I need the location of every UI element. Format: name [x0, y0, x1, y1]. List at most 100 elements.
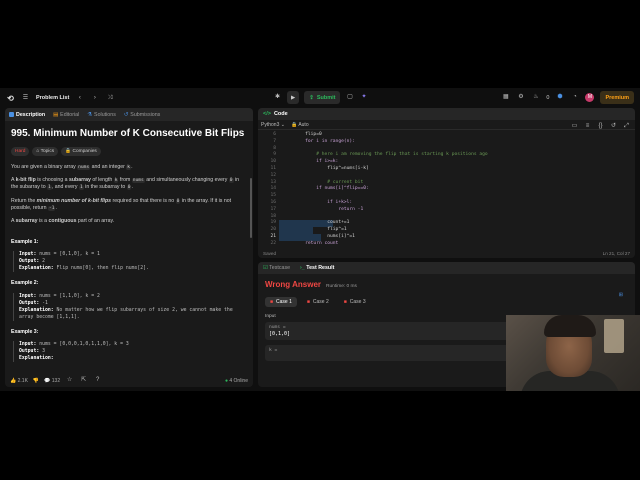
- line-number: 22: [270, 240, 276, 246]
- tab-editorial[interactable]: ▤ Editorial: [53, 112, 79, 118]
- prev-problem-icon[interactable]: ‹: [75, 94, 84, 103]
- settings-icon[interactable]: ⚙: [516, 93, 525, 102]
- online-dot-icon: ●: [224, 377, 228, 384]
- leetcode-logo-icon[interactable]: ⟲: [6, 94, 15, 103]
- tab-testcase[interactable]: ☑ Testcase: [263, 265, 290, 271]
- premium-button[interactable]: Premium: [600, 91, 634, 104]
- code-line: return count: [283, 240, 339, 246]
- case-tabs: ■ Case 1 ■ Case 2 ■ Case 3: [258, 289, 635, 307]
- companies-tag[interactable]: 🔒 Companies: [61, 147, 101, 156]
- comments-button[interactable]: 💬 132: [44, 378, 60, 384]
- line-number: 21: [270, 234, 276, 239]
- fail-icon: ■: [270, 299, 274, 305]
- debug-icon[interactable]: ✱: [273, 93, 282, 102]
- fire-icon[interactable]: ♨: [531, 93, 540, 102]
- verdict-text: Wrong Answer: [265, 280, 322, 289]
- code-footer: Saved Ln 21, Col 27: [258, 248, 635, 258]
- case-tab-3[interactable]: ■ Case 3: [339, 297, 371, 307]
- topics-tag[interactable]: ⌂ Topics: [32, 147, 59, 156]
- code-panel: </> Code Python3 ⌄ 🔒 Auto ▭ ≡ {} ↺ ⤢ 6 f…: [258, 108, 635, 258]
- case-tab-1[interactable]: ■ Case 1: [265, 297, 297, 307]
- desc-paragraph-2: A k-bit flip is choosing a subarray of l…: [11, 177, 239, 191]
- topics-label: Topics: [40, 149, 55, 154]
- code-line: if i+k>l:: [283, 200, 353, 205]
- comment-count: 132: [51, 377, 61, 384]
- share-icon[interactable]: ⇱: [79, 376, 88, 385]
- layout-icon[interactable]: ▦: [501, 93, 510, 102]
- language-select[interactable]: Python3 ⌄: [261, 122, 285, 128]
- avatar[interactable]: M: [585, 93, 595, 102]
- fail-icon: ■: [343, 299, 347, 305]
- fail-icon: ■: [306, 299, 310, 305]
- thumbs-up-icon: 👍: [10, 377, 17, 384]
- tag-icon: ⌂: [36, 149, 40, 154]
- line-number: 15: [270, 193, 276, 199]
- submit-button[interactable]: ⇪ Submit: [304, 91, 341, 104]
- shuffle-icon[interactable]: ⤨: [105, 94, 114, 103]
- line-number: 6: [273, 132, 276, 137]
- upload-icon: ⇪: [309, 94, 314, 101]
- code-editor[interactable]: 6 flip=0 7 for i in range(n): 8 9 # here i …: [258, 130, 635, 246]
- desc-paragraph-1: You are given a binary array nums and an…: [11, 164, 133, 170]
- debugger-icon[interactable]: ⬢: [555, 93, 564, 102]
- run-button[interactable]: ▶: [287, 91, 300, 104]
- like-count: 2.1K: [17, 377, 28, 384]
- problem-list-link[interactable]: Problem List: [36, 95, 69, 101]
- code-line: nums[i]^=1: [283, 234, 355, 239]
- line-number: 19: [270, 220, 276, 226]
- ai-fix-icon[interactable]: ⊞: [619, 292, 623, 298]
- code-line: for i in range(n):: [283, 138, 355, 144]
- line-number: 11: [270, 166, 276, 171]
- code-header: </> Code: [258, 108, 635, 120]
- example-block: Input: nums = [0,0,0,1,0,1,1,0], k = 3 O…: [13, 340, 247, 362]
- difficulty-badge: Hard: [11, 147, 30, 156]
- line-number: 20: [270, 227, 276, 233]
- notes-icon[interactable]: ▢: [345, 93, 354, 102]
- webcam-overlay: [506, 315, 640, 391]
- editorial-icon: ▤: [53, 111, 59, 118]
- description-footer: 👍 2.1K 👎 💬 132 ☆ ⇱ ? ● 4 Online: [5, 374, 253, 387]
- line-number: 13: [270, 179, 276, 185]
- example-block: Input: nums = [0,1,0], k = 1 Output: 2 E…: [13, 251, 247, 273]
- cursor-position: Ln 21, Col 27: [602, 250, 630, 256]
- code-line: flip^=1: [283, 227, 347, 233]
- line-number: 10: [270, 159, 276, 165]
- bell-icon[interactable]: ◔: [570, 93, 579, 102]
- description-icon: [9, 112, 14, 117]
- case-tab-2[interactable]: ■ Case 2: [302, 297, 334, 307]
- tab-label: Description: [16, 111, 46, 118]
- code-line: return -1: [283, 206, 364, 212]
- description-tabs: Description ▤ Editorial ⚗ Solutions ↺ Submi…: [5, 108, 253, 121]
- top-navbar: ⟲ ☰ Problem List ‹ › ⤨ ✱ ▶ ⇪ Submit ▢ ✦ ▦…: [0, 88, 640, 108]
- tab-submissions[interactable]: ↺ Submissions: [124, 112, 160, 118]
- lock-icon: 🔒: [65, 149, 72, 154]
- ai-sparkle-icon[interactable]: ✦: [359, 93, 368, 102]
- code-line: # current bit: [283, 179, 364, 185]
- streak-count: 0: [546, 94, 550, 101]
- code-line: flip^=nums[i-k]: [283, 166, 369, 171]
- like-button[interactable]: 👍 2.1K: [10, 378, 28, 384]
- star-icon[interactable]: ☆: [65, 376, 74, 385]
- flask-icon: ⚗: [87, 111, 93, 118]
- code-icon: </>: [263, 111, 271, 117]
- submit-label: Submit: [316, 94, 336, 101]
- tab-solutions[interactable]: ⚗ Solutions: [87, 112, 116, 118]
- tab-label: Submissions: [130, 111, 161, 118]
- dislike-button[interactable]: 👎: [33, 378, 39, 384]
- line-number: 9: [273, 152, 276, 158]
- terminal-icon: ›_: [300, 265, 305, 271]
- line-number: 12: [270, 172, 276, 178]
- tab-test-result[interactable]: ›_ Test Result: [300, 265, 334, 271]
- auto-toggle[interactable]: 🔒 Auto: [291, 122, 309, 128]
- scrollbar[interactable]: [250, 178, 252, 238]
- next-problem-icon[interactable]: ›: [90, 94, 99, 103]
- checkbox-icon: ☑: [263, 265, 268, 271]
- code-toolbar: Python3 ⌄ 🔒 Auto ▭ ≡ {} ↺ ⤢: [258, 120, 635, 130]
- problem-title[interactable]: 995. Minimum Number of K Consecutive Bit…: [11, 128, 247, 139]
- play-icon: ▶: [291, 94, 296, 101]
- line-number: 8: [273, 145, 276, 151]
- line-number: 16: [270, 200, 276, 205]
- test-tabs: ☑ Testcase ›_ Test Result: [258, 262, 635, 274]
- help-icon[interactable]: ?: [93, 376, 102, 385]
- tab-description[interactable]: Description: [9, 112, 45, 118]
